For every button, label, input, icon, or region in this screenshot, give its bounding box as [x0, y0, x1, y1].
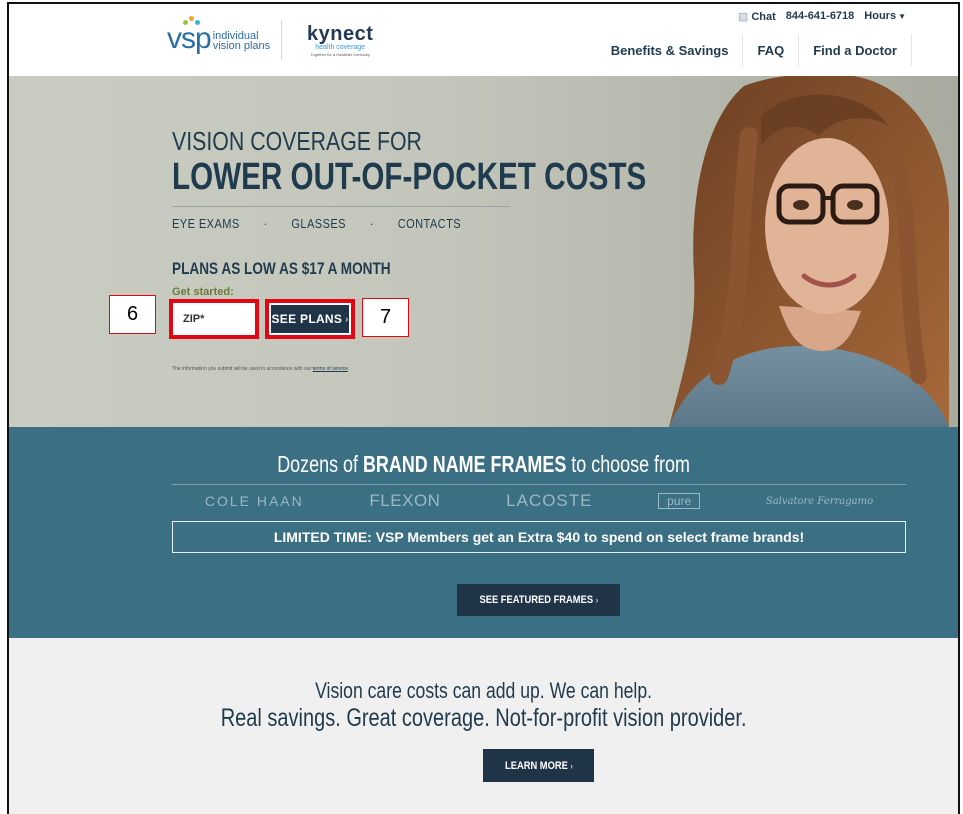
main-nav: Benefits & Savings FAQ Find a Doctor — [597, 34, 912, 66]
annotation-badge-6: 6 — [109, 295, 156, 334]
phone-link[interactable]: 844-641-6718 — [786, 10, 855, 23]
see-featured-frames-label: SEE FEATURED FRAMES — [479, 594, 593, 606]
coverage-items: EYE EXAMS · GLASSES · CONTACTS — [172, 216, 461, 231]
see-featured-frames-button[interactable]: SEE FEATURED FRAMES › — [457, 584, 620, 616]
vsp-logo[interactable]: vsp individual vision plans — [167, 16, 271, 55]
zip-input[interactable] — [173, 303, 255, 335]
brands-title-pre: Dozens of — [277, 451, 363, 477]
see-plans-button[interactable]: SEE PLANS › — [271, 305, 349, 333]
see-plans-label: SEE PLANS — [271, 312, 343, 326]
brand-cole-haan: COLE HAAN — [204, 493, 304, 509]
site-header: vsp individual vision plans kynect healt… — [9, 4, 958, 76]
brands-section: Dozens of BRAND NAME FRAMES to choose fr… — [9, 427, 958, 638]
nav-find-a-doctor[interactable]: Find a Doctor — [798, 34, 912, 66]
savings-section: Vision care costs can add up. We can hel… — [9, 638, 958, 814]
brand-pure: pure — [658, 493, 701, 509]
limited-time-banner[interactable]: LIMITED TIME: VSP Members get an Extra $… — [172, 521, 906, 553]
kynect-logo-text: kynect — [307, 23, 374, 45]
hours-dropdown[interactable]: Hours ▼ — [864, 10, 906, 23]
savings-line1: Vision care costs can add up. We can hel… — [315, 678, 652, 703]
brands-title: Dozens of BRAND NAME FRAMES to choose fr… — [9, 451, 958, 478]
nav-benefits-savings[interactable]: Benefits & Savings — [597, 34, 743, 66]
learn-more-button[interactable]: LEARN MORE › — [483, 749, 594, 782]
chat-link[interactable]: ▨ Chat — [738, 10, 776, 23]
coverage-item-glasses: GLASSES — [291, 216, 346, 231]
coverage-separator: · — [263, 216, 268, 231]
vsp-logo-text: vsp — [167, 22, 212, 55]
hero-title-line2: LOWER OUT-OF-POCKET COSTS — [172, 156, 647, 198]
learn-more-label: LEARN MORE — [504, 759, 568, 772]
browser-viewport: vsp individual vision plans kynect healt… — [7, 2, 960, 814]
utility-bar: ▨ Chat 844-641-6718 Hours ▼ — [738, 10, 906, 23]
brand-flexon: FLEXON — [369, 491, 441, 510]
brand-lacoste: LACOSTE — [506, 491, 593, 510]
chat-label: Chat — [751, 11, 776, 23]
nav-faq[interactable]: FAQ — [742, 34, 798, 66]
chat-bubble-icon: ▨ — [737, 11, 749, 23]
brands-title-bold: BRAND NAME FRAMES — [362, 451, 567, 477]
zip-input-highlight — [169, 299, 259, 339]
coverage-item-contacts: CONTACTS — [397, 216, 462, 231]
hero-woman-image — [669, 76, 949, 427]
terms-of-service-link[interactable]: terms of service — [313, 366, 348, 372]
hero-divider — [172, 206, 510, 207]
kynect-logo[interactable]: kynect health coverage Together for a He… — [307, 24, 373, 57]
kynect-logo-sub: health coverage — [315, 44, 366, 51]
get-started-label: Get started: — [172, 286, 234, 298]
terms-notice: The information you submit will be used … — [172, 366, 349, 372]
kynect-logo-tagline: Together for a Healthier Kentucky — [310, 52, 370, 57]
chevron-right-icon: › — [569, 760, 573, 771]
see-plans-highlight: SEE PLANS › — [265, 299, 355, 339]
coverage-separator: · — [369, 216, 374, 231]
brands-divider — [172, 484, 906, 485]
vsp-dots-icon — [183, 16, 203, 26]
coverage-item-eye-exams: EYE EXAMS — [172, 216, 240, 231]
chevron-right-icon: › — [595, 595, 598, 605]
brand-logo-list: COLE HAAN FLEXON LACOSTE pure Salvatore … — [172, 490, 906, 512]
terms-prefix: The information you submit will be used … — [172, 366, 313, 372]
caret-down-icon: ▼ — [898, 12, 906, 21]
brand-ferragamo: Salvatore Ferragamo — [765, 495, 874, 507]
hero-section: VISION COVERAGE FOR LOWER OUT-OF-POCKET … — [9, 76, 958, 427]
vsp-logo-line2: vision plans — [212, 40, 271, 52]
logo-divider — [281, 20, 282, 60]
chevron-right-icon: › — [345, 314, 349, 324]
brands-title-post: to choose from — [566, 451, 690, 477]
hero-title-line1: VISION COVERAGE FOR — [172, 126, 422, 156]
annotation-badge-7: 7 — [362, 298, 409, 337]
terms-suffix: . — [347, 366, 350, 372]
plans-price-text: PLANS AS LOW AS $17 A MONTH — [172, 259, 391, 278]
savings-line2: Real savings. Great coverage. Not-for-pr… — [220, 704, 747, 732]
hours-label: Hours — [864, 10, 897, 22]
